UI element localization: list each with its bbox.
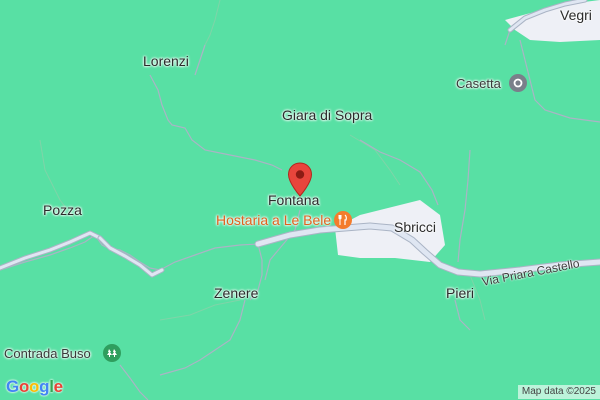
park-icon[interactable] xyxy=(103,344,121,362)
place-label-vegri[interactable]: Vegri xyxy=(560,8,592,22)
place-label-zenere[interactable]: Zenere xyxy=(214,286,258,300)
place-label-giara-di-sopra[interactable]: Giara di Sopra xyxy=(282,108,372,122)
place-circle-icon[interactable] xyxy=(509,74,527,92)
place-label-casetta[interactable]: Casetta xyxy=(456,77,501,90)
restaurant-label[interactable]: Hostaria a Le Bele xyxy=(216,213,331,227)
place-label-contrada-buso[interactable]: Contrada Buso xyxy=(4,347,91,360)
fork-knife-icon[interactable] xyxy=(334,211,352,229)
place-label-pieri[interactable]: Pieri xyxy=(446,286,474,300)
main-road xyxy=(0,0,600,278)
google-logo: Google xyxy=(6,377,63,396)
map-canvas[interactable]: Vegri Lorenzi Casetta Giara di Sopra Fon… xyxy=(0,0,600,400)
map-attribution[interactable]: Map data ©2025 xyxy=(517,385,600,399)
location-pin-icon[interactable] xyxy=(287,162,313,203)
place-label-lorenzi[interactable]: Lorenzi xyxy=(143,54,189,68)
place-label-sbricci[interactable]: Sbricci xyxy=(394,220,436,234)
place-label-pozza[interactable]: Pozza xyxy=(43,203,82,217)
